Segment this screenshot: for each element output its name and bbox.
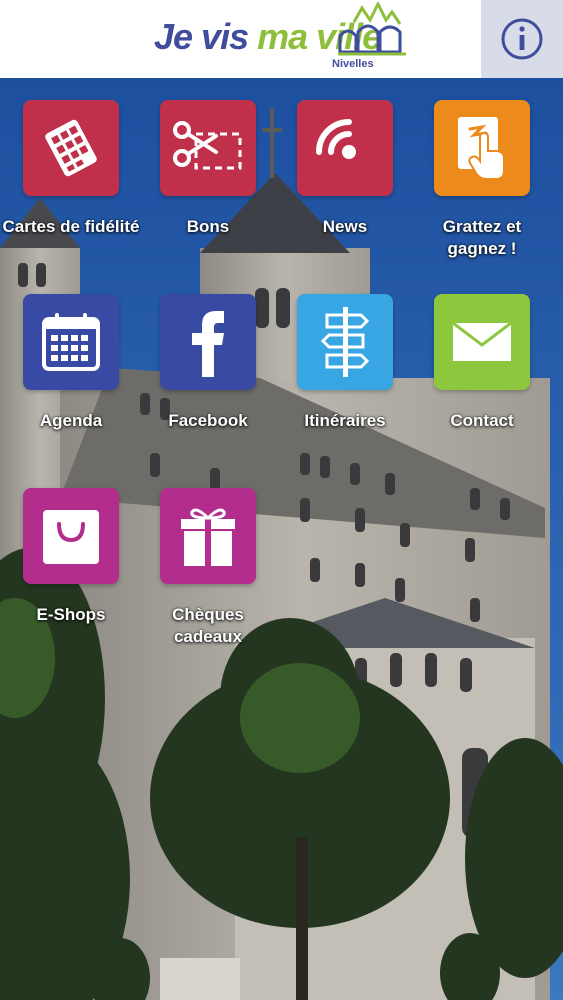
tile-bons-label: Bons <box>186 217 230 236</box>
shopping-bag-icon <box>43 510 99 564</box>
tile-cartes-de-fidelite-label: Cartes de fidélité <box>2 217 140 236</box>
tile-news-box[interactable] <box>297 100 393 196</box>
scratch-card-icon <box>458 117 505 180</box>
top-bar: Je vis ma ville Nivelles <box>0 0 563 78</box>
tile-news[interactable]: News <box>275 100 415 238</box>
tile-agenda-label: Agenda <box>39 411 103 430</box>
tile-cartes-de-fidelite-box[interactable] <box>23 100 119 196</box>
app-screen: Je vis ma ville Nivelles Cartes de fidél… <box>0 0 563 1000</box>
signpost-icon <box>320 307 370 377</box>
tile-agenda[interactable]: Agenda <box>1 294 141 432</box>
tile-agenda-box[interactable] <box>23 294 119 390</box>
castle-icon <box>338 2 406 56</box>
tile-cheques-cadeaux[interactable]: Chèques cadeaux <box>138 488 278 648</box>
logo-city-name: Nivelles <box>332 58 374 70</box>
envelope-icon <box>452 321 512 361</box>
tile-e-shops[interactable]: E-Shops <box>1 488 141 626</box>
tile-contact[interactable]: Contact <box>412 294 552 432</box>
menu-grid: Cartes de fidélité Bons News Grattez et … <box>0 78 563 1000</box>
logo-text-je-vis: Je vis <box>154 16 249 57</box>
tile-e-shops-box[interactable] <box>23 488 119 584</box>
app-logo: Je vis ma ville Nivelles <box>150 0 430 78</box>
tile-news-label: News <box>322 217 368 236</box>
tile-facebook-box[interactable] <box>160 294 256 390</box>
tile-itineraires[interactable]: Itinéraires <box>275 294 415 432</box>
tile-e-shops-label: E-Shops <box>36 605 106 624</box>
tile-cheques-cadeaux-box[interactable] <box>160 488 256 584</box>
rss-icon <box>316 119 356 159</box>
tile-bons[interactable]: Bons <box>138 100 278 238</box>
info-button[interactable] <box>481 0 563 78</box>
loyalty-card-icon <box>45 119 97 177</box>
info-icon <box>501 18 543 60</box>
tile-cheques-cadeaux-label: Chèques cadeaux <box>172 605 244 646</box>
tile-grattez-et-gagnez-box[interactable] <box>434 100 530 196</box>
gift-icon <box>179 508 237 566</box>
tile-grattez-et-gagnez[interactable]: Grattez et gagnez ! <box>412 100 552 260</box>
tile-facebook-label: Facebook <box>168 411 248 430</box>
facebook-icon <box>192 311 224 377</box>
tile-facebook[interactable]: Facebook <box>138 294 278 432</box>
tile-bons-box[interactable] <box>160 100 256 196</box>
coupon-scissors-icon <box>173 121 242 170</box>
calendar-icon <box>42 313 100 371</box>
tile-contact-box[interactable] <box>434 294 530 390</box>
tile-contact-label: Contact <box>450 411 514 430</box>
tile-cartes-de-fidelite[interactable]: Cartes de fidélité <box>1 100 141 238</box>
tile-itineraires-box[interactable] <box>297 294 393 390</box>
tile-itineraires-label: Itinéraires <box>304 411 386 430</box>
tile-grattez-et-gagnez-label: Grattez et gagnez ! <box>442 217 522 258</box>
